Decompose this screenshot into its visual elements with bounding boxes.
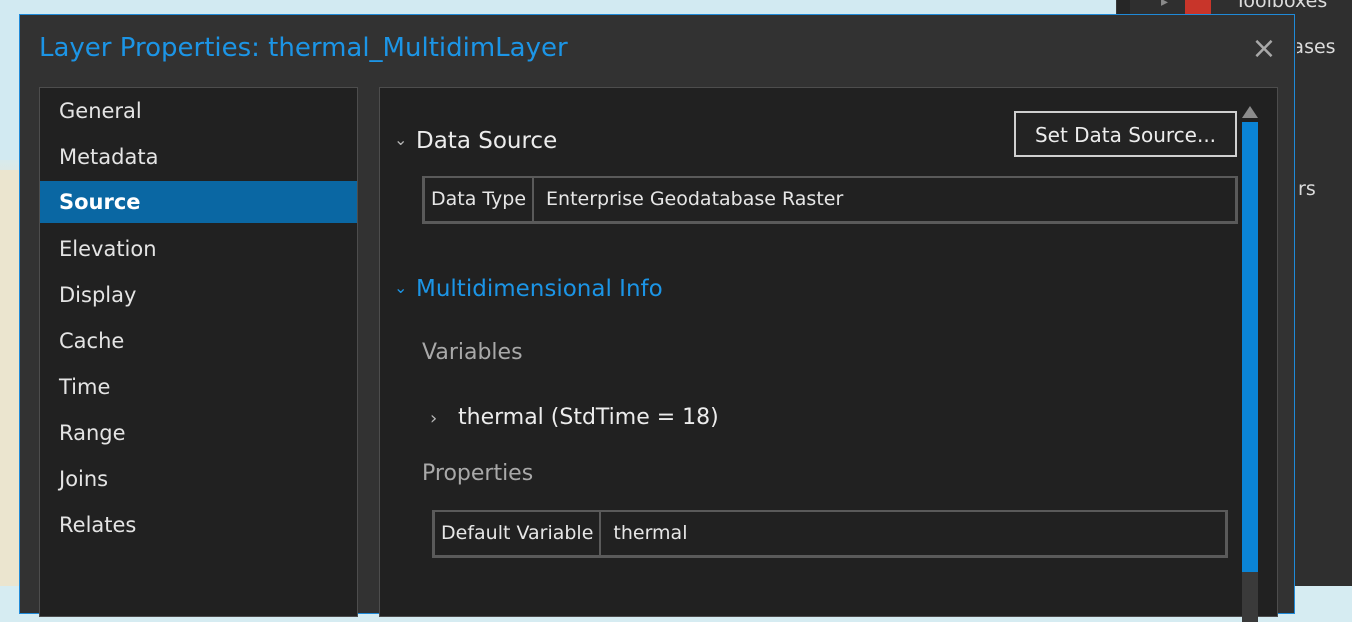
- chevron-right-icon: ›: [430, 408, 438, 429]
- multidim-properties-table: Default Variable thermal: [432, 510, 1228, 558]
- properties-nav: General Metadata Source Elevation Displa…: [39, 87, 358, 617]
- nav-item-cache[interactable]: Cache: [40, 320, 357, 362]
- data-type-value: Enterprise Geodatabase Raster: [546, 188, 844, 210]
- expand-arrow-icon[interactable]: ▸: [1161, 0, 1168, 10]
- nav-item-display[interactable]: Display: [40, 274, 357, 316]
- nav-item-range[interactable]: Range: [40, 412, 357, 454]
- chevron-down-icon: ⌄: [394, 278, 408, 297]
- layer-properties-dialog: Layer Properties: thermal_MultidimLayer …: [19, 14, 1295, 622]
- set-data-source-button[interactable]: Set Data Source...: [1014, 111, 1237, 157]
- close-icon[interactable]: ×: [1250, 34, 1278, 64]
- nav-item-time[interactable]: Time: [40, 366, 357, 408]
- nav-item-relates[interactable]: Relates: [40, 504, 357, 546]
- variable-label: thermal (StdTime = 18): [458, 405, 719, 430]
- chevron-down-icon: ⌄: [394, 130, 408, 149]
- multidimensional-info-title: Multidimensional Info: [416, 276, 663, 302]
- dialog-title: Layer Properties: thermal_MultidimLayer: [39, 33, 568, 63]
- catalog-item-toolboxes[interactable]: Toolboxes: [1235, 0, 1327, 12]
- data-source-table: Data Type Enterprise Geodatabase Raster: [422, 176, 1238, 224]
- properties-label: Properties: [422, 461, 534, 486]
- data-type-key: Data Type: [425, 178, 535, 221]
- default-variable-value: thermal: [613, 522, 688, 544]
- nav-item-general[interactable]: General: [40, 90, 357, 132]
- multidimensional-info-section-header[interactable]: ⌄ Multidimensional Info: [394, 276, 663, 302]
- nav-item-metadata[interactable]: Metadata: [40, 136, 357, 178]
- default-variable-key: Default Variable: [435, 512, 602, 555]
- data-source-title: Data Source: [416, 128, 558, 154]
- nav-item-elevation[interactable]: Elevation: [40, 228, 357, 270]
- variables-label: Variables: [422, 340, 523, 365]
- scroll-up-arrow-icon[interactable]: [1242, 106, 1258, 118]
- nav-item-source[interactable]: Source: [40, 181, 357, 223]
- data-source-section-header[interactable]: ⌄ Data Source: [394, 128, 557, 154]
- vertical-scrollbar-thumb[interactable]: [1242, 122, 1258, 572]
- source-content-panel: ⌄ Data Source Set Data Source... Data Typ…: [379, 87, 1278, 622]
- nav-item-joins[interactable]: Joins: [40, 458, 357, 500]
- variable-item-thermal[interactable]: › thermal (StdTime = 18): [430, 405, 719, 430]
